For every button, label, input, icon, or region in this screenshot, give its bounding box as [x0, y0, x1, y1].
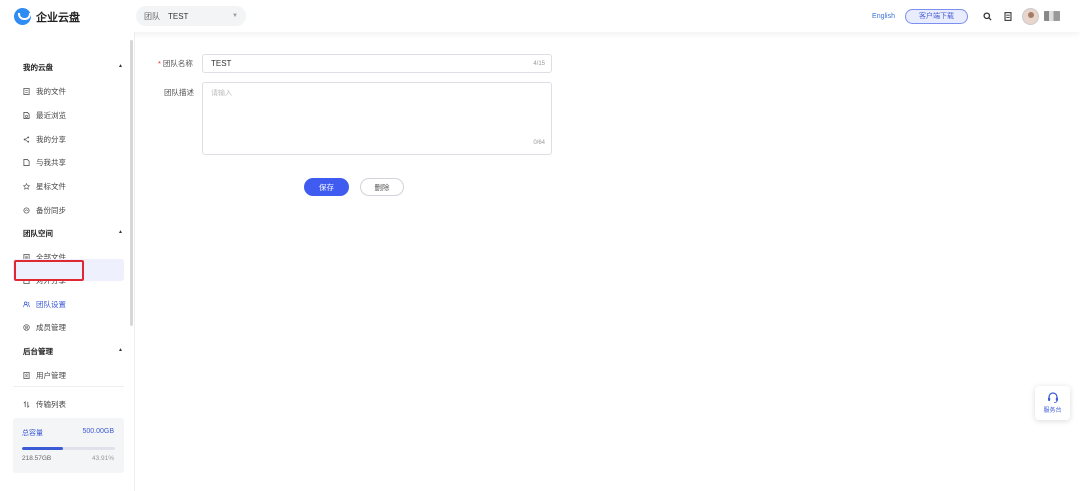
sidebar-item-backup-sync[interactable]: 备份同步 — [23, 205, 66, 216]
search-icon[interactable] — [980, 9, 994, 23]
sidebar-item-label: 备份同步 — [36, 206, 66, 215]
member-icon — [23, 324, 30, 331]
sidebar-item-label: 用户管理 — [36, 371, 66, 380]
sidebar-item-label: 传输列表 — [36, 400, 66, 409]
sidebar-item-starred[interactable]: 星标文件 — [23, 181, 66, 192]
storage-progress-fill — [22, 447, 63, 450]
sidebar-item-my-shares[interactable]: 我的分享 — [23, 134, 66, 145]
sidebar-item-member-management[interactable]: 成员管理 — [23, 322, 66, 333]
sidebar-item-label: 团队设置 — [36, 300, 66, 309]
language-link[interactable]: English — [872, 13, 895, 20]
caret-up-icon: ▲ — [118, 229, 123, 235]
sidebar-item-label: 我的文件 — [36, 87, 66, 96]
team-selector-label: 团队 — [144, 11, 160, 21]
save-button[interactable]: 保存 — [304, 178, 349, 196]
sidebar-group-label: 团队空间 — [23, 229, 53, 238]
delete-button[interactable]: 删除 — [360, 178, 404, 196]
sidebar-scrollbar[interactable] — [130, 40, 133, 326]
team-description-textarea[interactable]: 请输入 0/64 — [202, 82, 552, 155]
recent-file-icon — [23, 112, 30, 119]
storage-total-value: 500.00GB — [82, 428, 114, 435]
team-name-value: TEST — [211, 59, 232, 68]
user-management-icon — [23, 372, 30, 379]
service-desk-label: 服务台 — [1043, 408, 1062, 414]
sidebar-item-my-files[interactable]: 我的文件 — [23, 86, 66, 97]
sidebar-item-label: 成员管理 — [36, 323, 66, 332]
sidebar-item-recent[interactable]: 最近浏览 — [23, 110, 66, 121]
sidebar-item-label: 与我共享 — [36, 158, 66, 167]
team-description-placeholder: 请输入 — [211, 90, 232, 97]
sidebar-item-shared-with-me[interactable]: 与我共享 — [23, 157, 66, 168]
document-icon[interactable] — [1001, 9, 1015, 23]
caret-up-icon: ▲ — [118, 63, 123, 69]
app-logo[interactable]: 企业云盘 — [14, 8, 80, 25]
sidebar-item-label: 最近浏览 — [36, 111, 66, 120]
storage-progress-bar — [22, 447, 115, 450]
share-icon — [23, 136, 30, 143]
sidebar-group-admin[interactable]: 后台管理 ▲ — [23, 346, 123, 357]
shared-file-icon — [23, 159, 30, 166]
chevron-down-icon: ▼ — [232, 13, 238, 19]
sidebar-item-team-settings[interactable]: 团队设置 — [23, 299, 66, 310]
sync-icon — [23, 207, 30, 214]
username-blurred[interactable] — [1044, 11, 1060, 21]
sidebar-divider — [13, 386, 124, 387]
service-desk-widget[interactable]: 服务台 — [1035, 386, 1070, 420]
top-header: 企业云盘 团队 TEST ▼ English 客户端下载 — [0, 0, 1080, 32]
cloud-logo-icon — [14, 8, 31, 25]
client-download-button[interactable]: 客户端下载 — [905, 8, 968, 24]
sidebar-group-label: 后台管理 — [23, 347, 53, 356]
team-description-label: 团队描述 — [164, 88, 194, 97]
file-icon — [23, 88, 30, 95]
storage-panel: 总容量 500.00GB 218.57GB 43.91% — [13, 418, 124, 473]
team-selector-value: TEST — [168, 11, 189, 21]
storage-used-percent: 43.91% — [91, 455, 114, 462]
annotation-highlight-box — [14, 260, 84, 281]
team-icon — [23, 301, 30, 308]
app-name: 企业云盘 — [36, 11, 80, 24]
team-selector[interactable]: 团队 TEST ▼ — [136, 6, 246, 26]
sidebar-item-transfer-list[interactable]: 传输列表 — [23, 399, 66, 410]
sidebar-group-label: 我的云盘 — [23, 63, 53, 72]
headset-icon — [1047, 392, 1058, 403]
team-name-counter: 4/15 — [533, 61, 545, 67]
caret-up-icon: ▲ — [118, 347, 123, 353]
team-name-input[interactable]: TEST 4/15 — [202, 54, 552, 73]
team-name-label: * 团队名称 — [158, 59, 193, 68]
storage-used-value: 218.57GB — [22, 455, 52, 462]
sidebar-group-my-cloud[interactable]: 我的云盘 ▲ — [23, 62, 123, 73]
sidebar-item-label: 我的分享 — [36, 135, 66, 144]
user-avatar[interactable] — [1022, 7, 1039, 25]
star-icon — [23, 183, 30, 190]
sidebar-item-user-management[interactable]: 用户管理 — [23, 370, 66, 381]
transfer-icon — [23, 401, 30, 408]
sidebar-group-team-space[interactable]: 团队空间 ▲ — [23, 228, 123, 239]
team-description-counter: 0/64 — [533, 140, 545, 146]
sidebar-item-label: 星标文件 — [36, 182, 66, 191]
storage-total-label: 总容量 — [22, 430, 43, 437]
required-marker: * — [158, 59, 161, 68]
